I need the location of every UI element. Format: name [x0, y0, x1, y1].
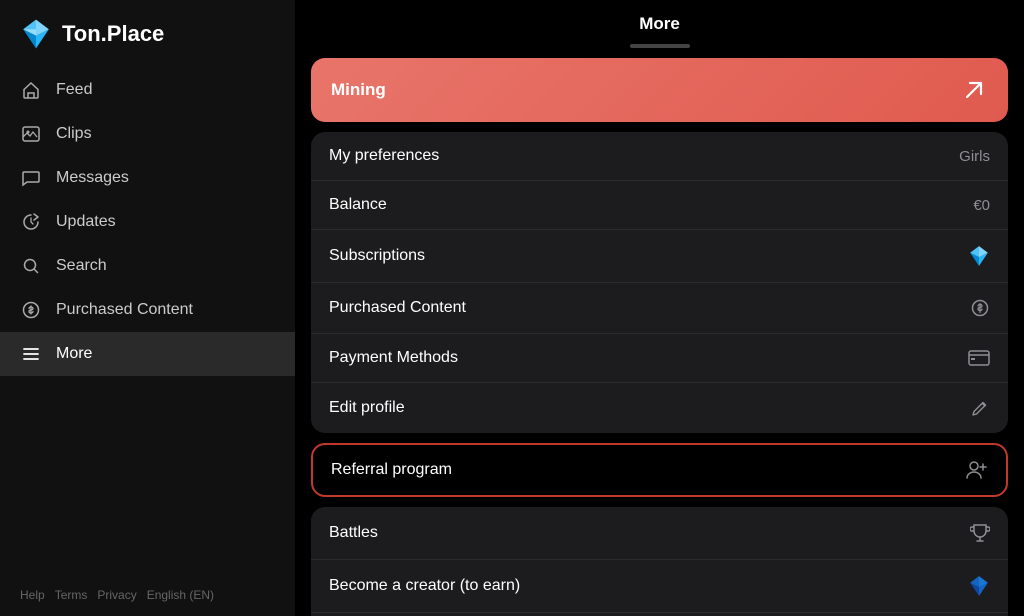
clips-icon	[20, 123, 42, 145]
updates-icon	[20, 211, 42, 233]
scroll-indicator	[630, 44, 690, 48]
menu-balance-label: Balance	[329, 196, 387, 214]
page-title: More	[295, 0, 1024, 44]
mining-card[interactable]: Mining	[311, 58, 1008, 122]
sidebar-item-messages[interactable]: Messages	[0, 156, 295, 200]
menu-preferences-label: My preferences	[329, 147, 439, 165]
content-scroll: Mining My preferences Girls Balance €0 S…	[295, 44, 1024, 616]
mining-arrow-icon	[960, 76, 988, 104]
menu-balance-right: €0	[973, 197, 990, 214]
home-icon	[20, 79, 42, 101]
menu-item-subscriptions[interactable]: Subscriptions	[311, 230, 1008, 283]
sidebar-item-more-label: More	[56, 345, 92, 363]
footer-help[interactable]: Help	[20, 588, 45, 602]
messages-icon	[20, 167, 42, 189]
menu-creator-diamond-icon	[968, 575, 990, 597]
menu-edit-pencil-icon	[970, 398, 990, 418]
sidebar-item-feed[interactable]: Feed	[0, 68, 295, 112]
menu-referral-label: Referral program	[331, 461, 452, 479]
sidebar-nav: Feed Clips Messages	[0, 68, 295, 574]
logo-icon	[20, 18, 52, 50]
referral-card: Referral program	[311, 443, 1008, 497]
sidebar-item-updates[interactable]: Updates	[0, 200, 295, 244]
menu-item-edit-profile[interactable]: Edit profile	[311, 383, 1008, 433]
settings-card-1: My preferences Girls Balance €0 Subscrip…	[311, 132, 1008, 433]
menu-purchased-dollar-icon	[970, 298, 990, 318]
sidebar: Ton.Place Feed Clips	[0, 0, 295, 616]
app-logo[interactable]: Ton.Place	[0, 0, 295, 68]
footer-terms[interactable]: Terms	[55, 588, 88, 602]
sidebar-item-purchased[interactable]: Purchased Content	[0, 288, 295, 332]
menu-item-become-creator[interactable]: Become a creator (to earn)	[311, 560, 1008, 613]
menu-item-payment[interactable]: Payment Methods	[311, 334, 1008, 383]
menu-item-purchased-content[interactable]: Purchased Content	[311, 283, 1008, 334]
settings-card-2: Battles Become a creator (to earn)	[311, 507, 1008, 616]
dollar-icon	[20, 299, 42, 321]
sidebar-item-messages-label: Messages	[56, 169, 129, 187]
sidebar-item-more[interactable]: More	[0, 332, 295, 376]
menu-edit-profile-label: Edit profile	[329, 399, 405, 417]
menu-item-preferences[interactable]: My preferences Girls	[311, 132, 1008, 181]
menu-item-referral[interactable]: Referral program	[313, 445, 1006, 495]
sidebar-item-clips[interactable]: Clips	[0, 112, 295, 156]
menu-icon	[20, 343, 42, 365]
footer-language[interactable]: English (EN)	[147, 588, 214, 602]
menu-item-battles[interactable]: Battles	[311, 507, 1008, 560]
menu-preferences-right: Girls	[959, 148, 990, 165]
sidebar-item-purchased-label: Purchased Content	[56, 301, 193, 319]
sidebar-item-feed-label: Feed	[56, 81, 92, 99]
menu-referral-add-user-icon	[966, 460, 988, 480]
menu-subscriptions-diamond-icon	[968, 245, 990, 267]
menu-payment-card-icon	[968, 350, 990, 366]
menu-purchased-label: Purchased Content	[329, 299, 466, 317]
menu-item-balance[interactable]: Balance €0	[311, 181, 1008, 230]
menu-battles-trophy-icon	[970, 522, 990, 544]
sidebar-item-updates-label: Updates	[56, 213, 116, 231]
main-content: More Mining My preferences Girls Balance…	[295, 0, 1024, 616]
menu-subscriptions-label: Subscriptions	[329, 247, 425, 265]
search-icon	[20, 255, 42, 277]
mining-label: Mining	[331, 80, 386, 100]
sidebar-footer: Help Terms Privacy English (EN)	[0, 574, 295, 616]
sidebar-item-search-label: Search	[56, 257, 107, 275]
menu-battles-label: Battles	[329, 524, 378, 542]
footer-privacy[interactable]: Privacy	[97, 588, 136, 602]
sidebar-item-search[interactable]: Search	[0, 244, 295, 288]
sidebar-item-clips-label: Clips	[56, 125, 92, 143]
app-name: Ton.Place	[62, 21, 164, 47]
menu-payment-label: Payment Methods	[329, 349, 458, 367]
menu-become-creator-label: Become a creator (to earn)	[329, 577, 520, 595]
